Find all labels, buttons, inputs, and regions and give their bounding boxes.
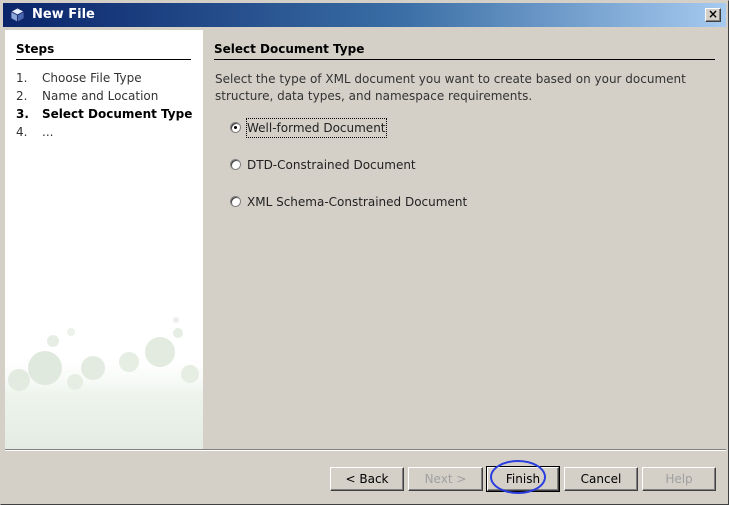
steps-heading: Steps [16,42,55,56]
steps-panel: Steps 1. Choose File Type 2. Name and Lo… [5,30,203,449]
bubbles-decoration [5,317,203,449]
button-bar-divider-highlight [5,450,726,451]
cube-icon [10,7,25,23]
description-line: Select the type of XML document you want… [215,72,686,86]
steps-divider [16,59,191,60]
radio-label[interactable]: DTD-Constrained Document [247,156,416,174]
description-line: structure, data types, and namespace req… [215,89,533,103]
title-divider [214,59,715,60]
page-title: Select Document Type [214,42,365,56]
cancel-button[interactable]: Cancel [564,467,638,491]
new-file-dialog: New File × Steps 1. Choose File Type 2. … [0,0,729,505]
finish-button[interactable]: Finish [486,466,560,492]
step-number: 4. [16,125,28,139]
radio-label[interactable]: XML Schema-Constrained Document [247,193,467,211]
content-panel: Select Document Type Select the type of … [203,30,726,449]
radio-button[interactable] [230,122,241,133]
step-label: Name and Location [42,89,159,103]
back-button[interactable]: < Back [330,467,404,491]
close-icon: × [707,7,719,21]
step-label: Select Document Type [42,107,193,121]
step-label: ... [42,125,54,139]
help-button[interactable]: Help [642,467,716,491]
step-label: Choose File Type [42,71,142,85]
radio-button[interactable] [230,196,241,207]
step-number: 3. [16,107,29,121]
close-button[interactable]: × [705,8,721,22]
title-bar[interactable]: New File × [3,3,726,27]
radio-label[interactable]: Well-formed Document [246,118,387,138]
radio-selected-dot [234,126,237,129]
next-button[interactable]: Next > [408,467,483,491]
window-title: New File [32,7,95,22]
radio-button[interactable] [230,159,241,170]
step-number: 1. [16,71,28,85]
step-number: 2. [16,89,28,103]
description-text: Select the type of XML document you want… [215,71,695,105]
